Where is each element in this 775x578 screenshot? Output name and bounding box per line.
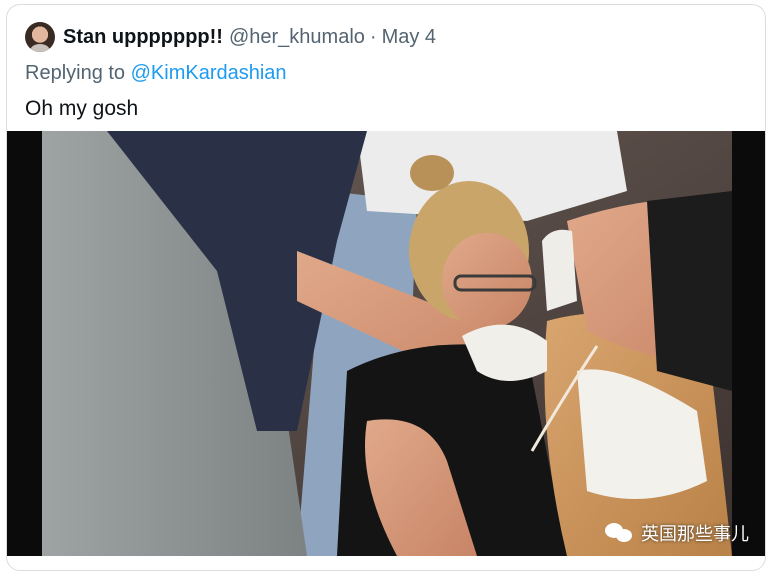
display-name[interactable]: Stan uppppppp!! xyxy=(63,26,223,49)
media-photo xyxy=(7,131,765,556)
tweet-text: Oh my gosh xyxy=(25,97,139,120)
tweet-media-image[interactable]: 英国那些事儿 xyxy=(7,131,765,556)
tweet-date[interactable]: May 4 xyxy=(382,26,436,49)
replying-to: Replying to @KimKardashian xyxy=(25,62,287,85)
reply-mention-link[interactable]: @KimKardashian xyxy=(131,62,287,84)
avatar[interactable] xyxy=(25,22,55,52)
tweet-card[interactable]: Stan uppppppp!! @her_khumalo · May 4 Rep… xyxy=(6,4,766,571)
replying-prefix: Replying to xyxy=(25,62,126,84)
watermark-text: 英国那些事儿 xyxy=(641,524,749,545)
watermark: 英国那些事儿 xyxy=(605,520,749,546)
user-handle[interactable]: @her_khumalo xyxy=(229,26,365,49)
tweet-header: Stan uppppppp!! @her_khumalo · May 4 xyxy=(25,21,436,53)
wechat-icon xyxy=(605,521,635,545)
separator-dot: · xyxy=(369,25,377,48)
